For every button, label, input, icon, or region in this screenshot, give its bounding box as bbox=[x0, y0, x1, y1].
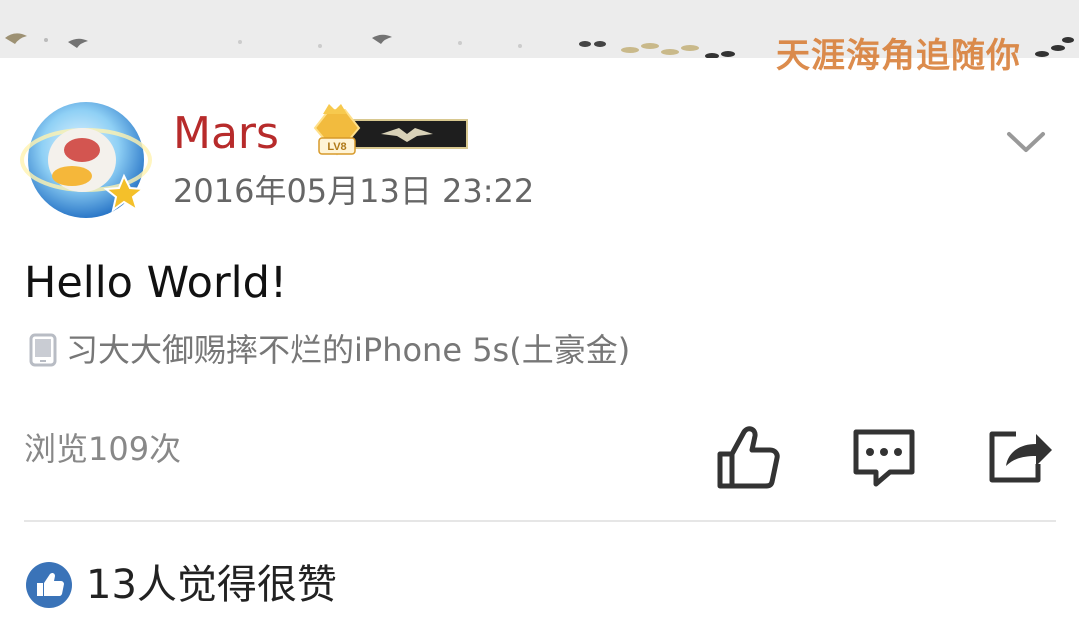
likes-summary-label: 13人觉得很赞 bbox=[86, 562, 337, 608]
divider bbox=[24, 520, 1056, 522]
post-content: Hello World! bbox=[24, 258, 288, 308]
thumbs-up-circle-icon bbox=[26, 562, 72, 608]
comment-icon[interactable] bbox=[850, 424, 918, 490]
level-badge: LV8 bbox=[309, 100, 471, 162]
likes-summary[interactable]: 13人觉得很赞 bbox=[26, 562, 337, 608]
device-info: 习大大御赐摔不烂的iPhone 5s(土豪金) bbox=[28, 333, 630, 367]
phone-icon bbox=[29, 333, 57, 367]
username[interactable]: Mars bbox=[173, 112, 279, 156]
share-icon[interactable] bbox=[986, 424, 1054, 490]
post-timestamp: 2016年05月13日 23:22 bbox=[173, 172, 535, 210]
svg-text:LV8: LV8 bbox=[327, 141, 346, 153]
avatar[interactable] bbox=[20, 98, 158, 226]
view-count: 浏览109次 bbox=[24, 430, 182, 468]
post-detail-screen: 天涯海角追随你 Mars LV8 2016年05月13日 23:22 Hello… bbox=[0, 0, 1079, 628]
thumbs-up-icon[interactable] bbox=[714, 424, 782, 490]
decorative-banner: 天涯海角追随你 bbox=[0, 0, 1079, 76]
chevron-down-icon[interactable] bbox=[1006, 130, 1046, 154]
banner-slogan: 天涯海角追随你 bbox=[776, 36, 1021, 76]
device-label: 习大大御赐摔不烂的iPhone 5s(土豪金) bbox=[66, 331, 631, 369]
